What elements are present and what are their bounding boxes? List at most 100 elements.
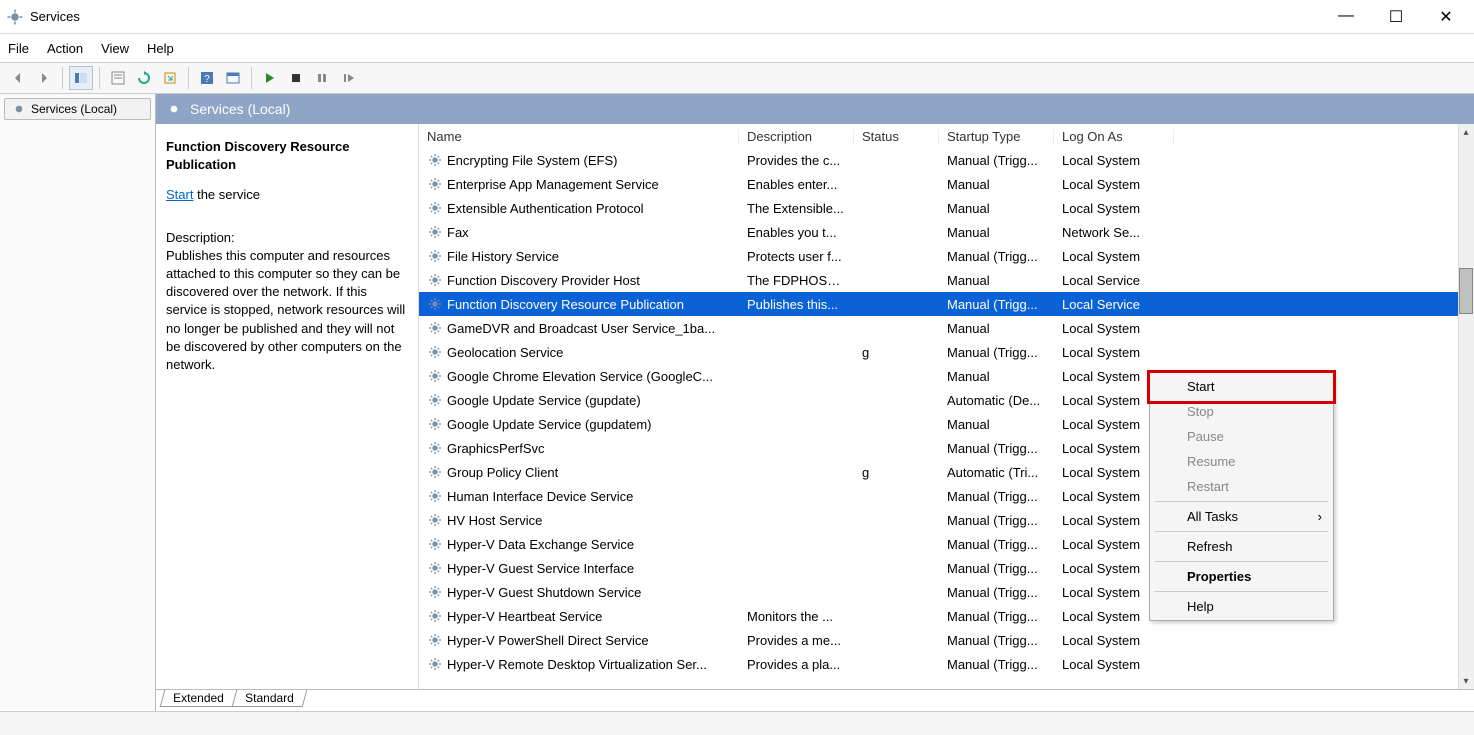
service-name: Hyper-V Heartbeat Service [447, 609, 602, 624]
gear-icon [427, 368, 443, 384]
context-stop: Stop [1151, 399, 1332, 424]
minimize-button[interactable]: — [1332, 7, 1360, 27]
gear-icon [427, 344, 443, 360]
service-logon: Local System [1054, 321, 1174, 336]
service-startup: Manual (Trigg... [939, 633, 1054, 648]
column-description[interactable]: Description [739, 129, 854, 144]
service-startup: Manual (Trigg... [939, 489, 1054, 504]
gear-icon [427, 272, 443, 288]
column-logon[interactable]: Log On As [1054, 129, 1174, 144]
tree-node-services-local[interactable]: Services (Local) [4, 98, 151, 120]
service-name: Extensible Authentication Protocol [447, 201, 644, 216]
close-button[interactable]: ✕ [1432, 7, 1460, 27]
gear-icon [427, 632, 443, 648]
gear-icon [427, 464, 443, 480]
table-row[interactable]: GameDVR and Broadcast User Service_1ba..… [419, 316, 1474, 340]
view-button[interactable] [221, 66, 245, 90]
service-list: Name Description Status Startup Type Log… [418, 124, 1474, 689]
gear-icon [427, 536, 443, 552]
service-desc: Provides a pla... [739, 657, 854, 672]
start-service-button[interactable] [258, 66, 282, 90]
tab-standard[interactable]: Standard [231, 690, 306, 707]
toolbar: ? [0, 62, 1474, 94]
menu-view[interactable]: View [101, 41, 129, 56]
service-desc: The FDPHOST ... [739, 273, 854, 288]
service-startup: Manual [939, 369, 1054, 384]
service-name: Enterprise App Management Service [447, 177, 659, 192]
context-pause: Pause [1151, 424, 1332, 449]
service-name: GameDVR and Broadcast User Service_1ba..… [447, 321, 715, 336]
menu-help[interactable]: Help [147, 41, 174, 56]
service-startup: Manual (Trigg... [939, 657, 1054, 672]
service-name: Encrypting File System (EFS) [447, 153, 618, 168]
refresh-button[interactable] [132, 66, 156, 90]
table-row[interactable]: Function Discovery Provider Host The FDPH… [419, 268, 1474, 292]
gear-icon [427, 176, 443, 192]
column-status[interactable]: Status [854, 129, 939, 144]
gear-icon [166, 101, 182, 117]
column-name[interactable]: Name [419, 129, 739, 144]
column-startup[interactable]: Startup Type [939, 129, 1054, 144]
gear-icon [427, 488, 443, 504]
properties-button[interactable] [106, 66, 130, 90]
show-hide-tree-button[interactable] [69, 66, 93, 90]
start-suffix: the service [193, 187, 259, 202]
description-label: Description: [166, 229, 408, 247]
table-row[interactable]: File History ServiceProtects user f...Ma… [419, 244, 1474, 268]
table-row[interactable]: Encrypting File System (EFS) Provides the… [419, 148, 1474, 172]
selected-service-name: Function Discovery Resource Publication [166, 138, 408, 174]
scroll-thumb[interactable] [1459, 268, 1473, 314]
restart-service-button[interactable] [336, 66, 360, 90]
scrollbar-track[interactable]: ▴ ▾ [1458, 124, 1474, 689]
table-row[interactable]: Function Discovery Resource PublicationP… [419, 292, 1474, 316]
scroll-up-arrow[interactable]: ▴ [1458, 124, 1474, 140]
context-all-tasks[interactable]: All Tasks [1151, 504, 1332, 529]
table-row[interactable]: FaxEnables you t...ManualNetwork Se... [419, 220, 1474, 244]
tab-extended[interactable]: Extended [160, 690, 237, 707]
gear-icon [427, 320, 443, 336]
gear-icon [427, 416, 443, 432]
service-desc: Enables you t... [739, 225, 854, 240]
service-name: Human Interface Device Service [447, 489, 633, 504]
table-row[interactable]: Hyper-V PowerShell Direct ServiceProvide… [419, 628, 1474, 652]
gear-icon [427, 296, 443, 312]
status-bar [0, 711, 1474, 735]
menu-file[interactable]: File [8, 41, 29, 56]
service-logon: Local System [1054, 345, 1174, 360]
gear-icon [427, 512, 443, 528]
menu-bar: File Action View Help [0, 34, 1474, 62]
forward-button[interactable] [32, 66, 56, 90]
table-row[interactable]: Hyper-V Remote Desktop Virtualization Se… [419, 652, 1474, 676]
maximize-button[interactable]: ☐ [1382, 7, 1410, 27]
service-logon: Local Service [1054, 273, 1174, 288]
table-row[interactable]: Extensible Authentication ProtocolThe Ex… [419, 196, 1474, 220]
service-desc: Provides the c... [739, 153, 854, 168]
service-name: Hyper-V Guest Shutdown Service [447, 585, 641, 600]
service-logon: Local Service [1054, 297, 1174, 312]
help-button[interactable]: ? [195, 66, 219, 90]
service-desc: Provides a me... [739, 633, 854, 648]
service-name: HV Host Service [447, 513, 542, 528]
stop-service-button[interactable] [284, 66, 308, 90]
export-button[interactable] [158, 66, 182, 90]
pause-service-button[interactable] [310, 66, 334, 90]
tree-pane: Services (Local) [0, 94, 156, 711]
table-row[interactable]: Geolocation ServicegManual (Trigg...Loca… [419, 340, 1474, 364]
context-refresh[interactable]: Refresh [1151, 534, 1332, 559]
service-startup: Manual [939, 321, 1054, 336]
back-button[interactable] [6, 66, 30, 90]
context-help[interactable]: Help [1151, 594, 1332, 619]
table-row[interactable]: Enterprise App Management ServiceEnables… [419, 172, 1474, 196]
context-start[interactable]: Start [1151, 374, 1332, 399]
scroll-down-arrow[interactable]: ▾ [1458, 673, 1474, 689]
start-service-link[interactable]: Start [166, 187, 193, 202]
service-name: Function Discovery Provider Host [447, 273, 640, 288]
gear-icon [427, 440, 443, 456]
context-properties[interactable]: Properties [1151, 564, 1332, 589]
list-header: Name Description Status Startup Type Log… [419, 124, 1474, 148]
menu-action[interactable]: Action [47, 41, 83, 56]
context-restart: Restart [1151, 474, 1332, 499]
gear-icon [427, 608, 443, 624]
svg-text:?: ? [204, 74, 210, 85]
service-startup: Automatic (Tri... [939, 465, 1054, 480]
